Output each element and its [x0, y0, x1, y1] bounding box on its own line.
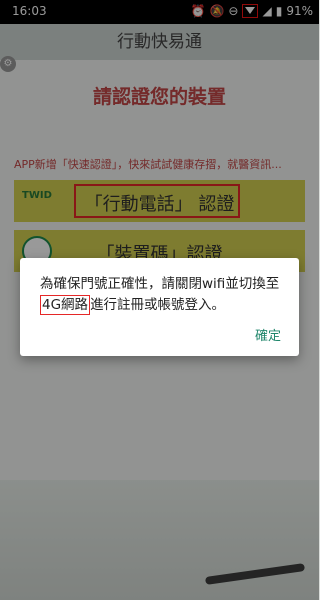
- ok-button[interactable]: 確定: [255, 325, 281, 344]
- dialog-message-part2: 進行註冊或帳號登入。: [90, 297, 226, 313]
- alert-dialog: 為確保門號正確性，請關閉wifi並切換至 4G網路 進行註冊或帳號登入。 確定: [20, 258, 299, 356]
- dialog-message-part1: 為確保門號正確性，請關閉wifi並切換至: [40, 276, 280, 292]
- dialog-message-highlight: 4G網路: [40, 295, 91, 315]
- dialog-message: 為確保門號正確性，請關閉wifi並切換至 4G網路 進行註冊或帳號登入。: [40, 274, 288, 316]
